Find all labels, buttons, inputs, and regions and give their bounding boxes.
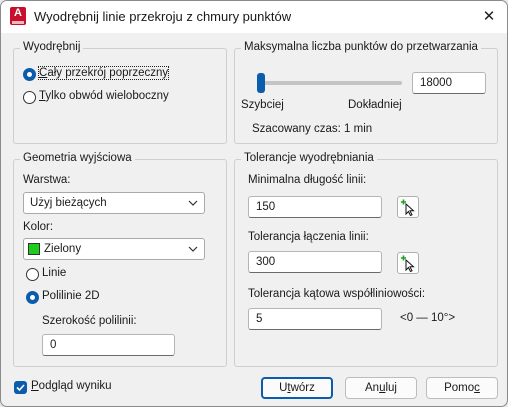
- max-points-value: 18000: [420, 77, 452, 89]
- extract-group-title: Wyodrębnij: [20, 41, 84, 53]
- create-button[interactable]: Utwórz: [261, 377, 333, 399]
- preview-label[interactable]: Podgląd wyniku: [31, 380, 112, 392]
- points-slider-thumb[interactable]: [257, 73, 265, 93]
- cancel-button[interactable]: Anuluj: [345, 377, 417, 399]
- color-dropdown[interactable]: Zielony: [23, 238, 205, 260]
- angle-tolerance-label: Tolerancja kątowa współliniowości:: [248, 288, 426, 300]
- polygon-outline-label[interactable]: Tylko obwód wieloboczny: [39, 90, 169, 102]
- angle-range-label: <0 — 10°>: [400, 312, 456, 324]
- estimated-time-label: Szacowany czas: 1 min: [252, 123, 373, 135]
- dialog-window: A Wyodrębnij linie przekroju z chmury pu…: [0, 0, 508, 407]
- polylines-2d-label[interactable]: Polilinie 2D: [42, 290, 100, 302]
- join-tolerance-input[interactable]: 300: [248, 251, 382, 273]
- window-title: Wyodrębnij linie przekroju z chmury punk…: [34, 9, 292, 24]
- output-geometry-group: Geometria wyjściowa Warstwa: Użyj bieżąc…: [13, 152, 227, 367]
- extract-group: Wyodrębnij Cały przekrój poprzeczny Tylk…: [13, 41, 227, 144]
- tolerance-group-title: Tolerancje wyodrębniania: [241, 152, 377, 164]
- max-points-group: Maksymalna liczba punktów do przetwarzan…: [234, 41, 498, 144]
- polyline-width-label: Szerokość polilinii:: [42, 315, 137, 327]
- lines-radio[interactable]: [26, 268, 39, 281]
- pick-point-icon: [401, 199, 415, 217]
- angle-tolerance-input[interactable]: 5: [248, 308, 382, 330]
- layer-label: Warstwa:: [23, 174, 71, 186]
- slider-fast-label: Szybciej: [241, 99, 284, 111]
- polylines-2d-radio[interactable]: [26, 291, 39, 304]
- chevron-down-icon: [188, 200, 198, 206]
- polyline-width-input[interactable]: 0: [42, 334, 175, 356]
- autocad-app-icon: A: [10, 7, 26, 25]
- close-icon: ✕: [482, 8, 496, 25]
- angle-tolerance-value: 5: [256, 313, 263, 325]
- title-bar: A Wyodrębnij linie przekroju z chmury pu…: [1, 1, 507, 33]
- full-cross-section-label[interactable]: Cały przekrój poprzeczny: [37, 66, 170, 80]
- color-value: Zielony: [44, 243, 82, 255]
- checkmark-icon: [16, 384, 25, 392]
- color-swatch: [28, 243, 40, 255]
- join-tolerance-label: Tolerancja łączenia linii:: [248, 231, 369, 243]
- min-length-label: Minimalna długość linii:: [248, 174, 367, 186]
- min-length-value: 150: [256, 201, 276, 213]
- max-points-input[interactable]: 18000: [412, 72, 486, 94]
- slider-accurate-label: Dokładniej: [348, 99, 402, 111]
- pick-point-icon: [401, 255, 415, 273]
- layer-value: Użyj bieżących: [30, 197, 107, 209]
- tolerance-group: Tolerancje wyodrębniania Minimalna długo…: [234, 152, 498, 367]
- points-slider-track[interactable]: [257, 81, 402, 85]
- output-geometry-group-title: Geometria wyjściowa: [20, 152, 135, 164]
- help-button[interactable]: Pomoc: [426, 377, 498, 399]
- chevron-down-icon: [188, 246, 198, 252]
- pick-min-length-button[interactable]: [397, 196, 419, 218]
- min-length-input[interactable]: 150: [248, 196, 382, 218]
- color-label: Kolor:: [23, 221, 54, 233]
- polygon-outline-radio[interactable]: [23, 91, 36, 104]
- preview-checkbox[interactable]: [14, 381, 27, 394]
- max-points-group-title: Maksymalna liczba punktów do przetwarzan…: [241, 41, 481, 53]
- lines-label[interactable]: Linie: [42, 267, 66, 279]
- full-cross-section-radio[interactable]: [23, 68, 36, 81]
- pick-join-tolerance-button[interactable]: [397, 252, 419, 274]
- close-button[interactable]: ✕: [471, 1, 507, 33]
- layer-dropdown[interactable]: Użyj bieżących: [23, 192, 205, 214]
- polyline-width-value: 0: [50, 339, 57, 351]
- join-tolerance-value: 300: [256, 256, 276, 268]
